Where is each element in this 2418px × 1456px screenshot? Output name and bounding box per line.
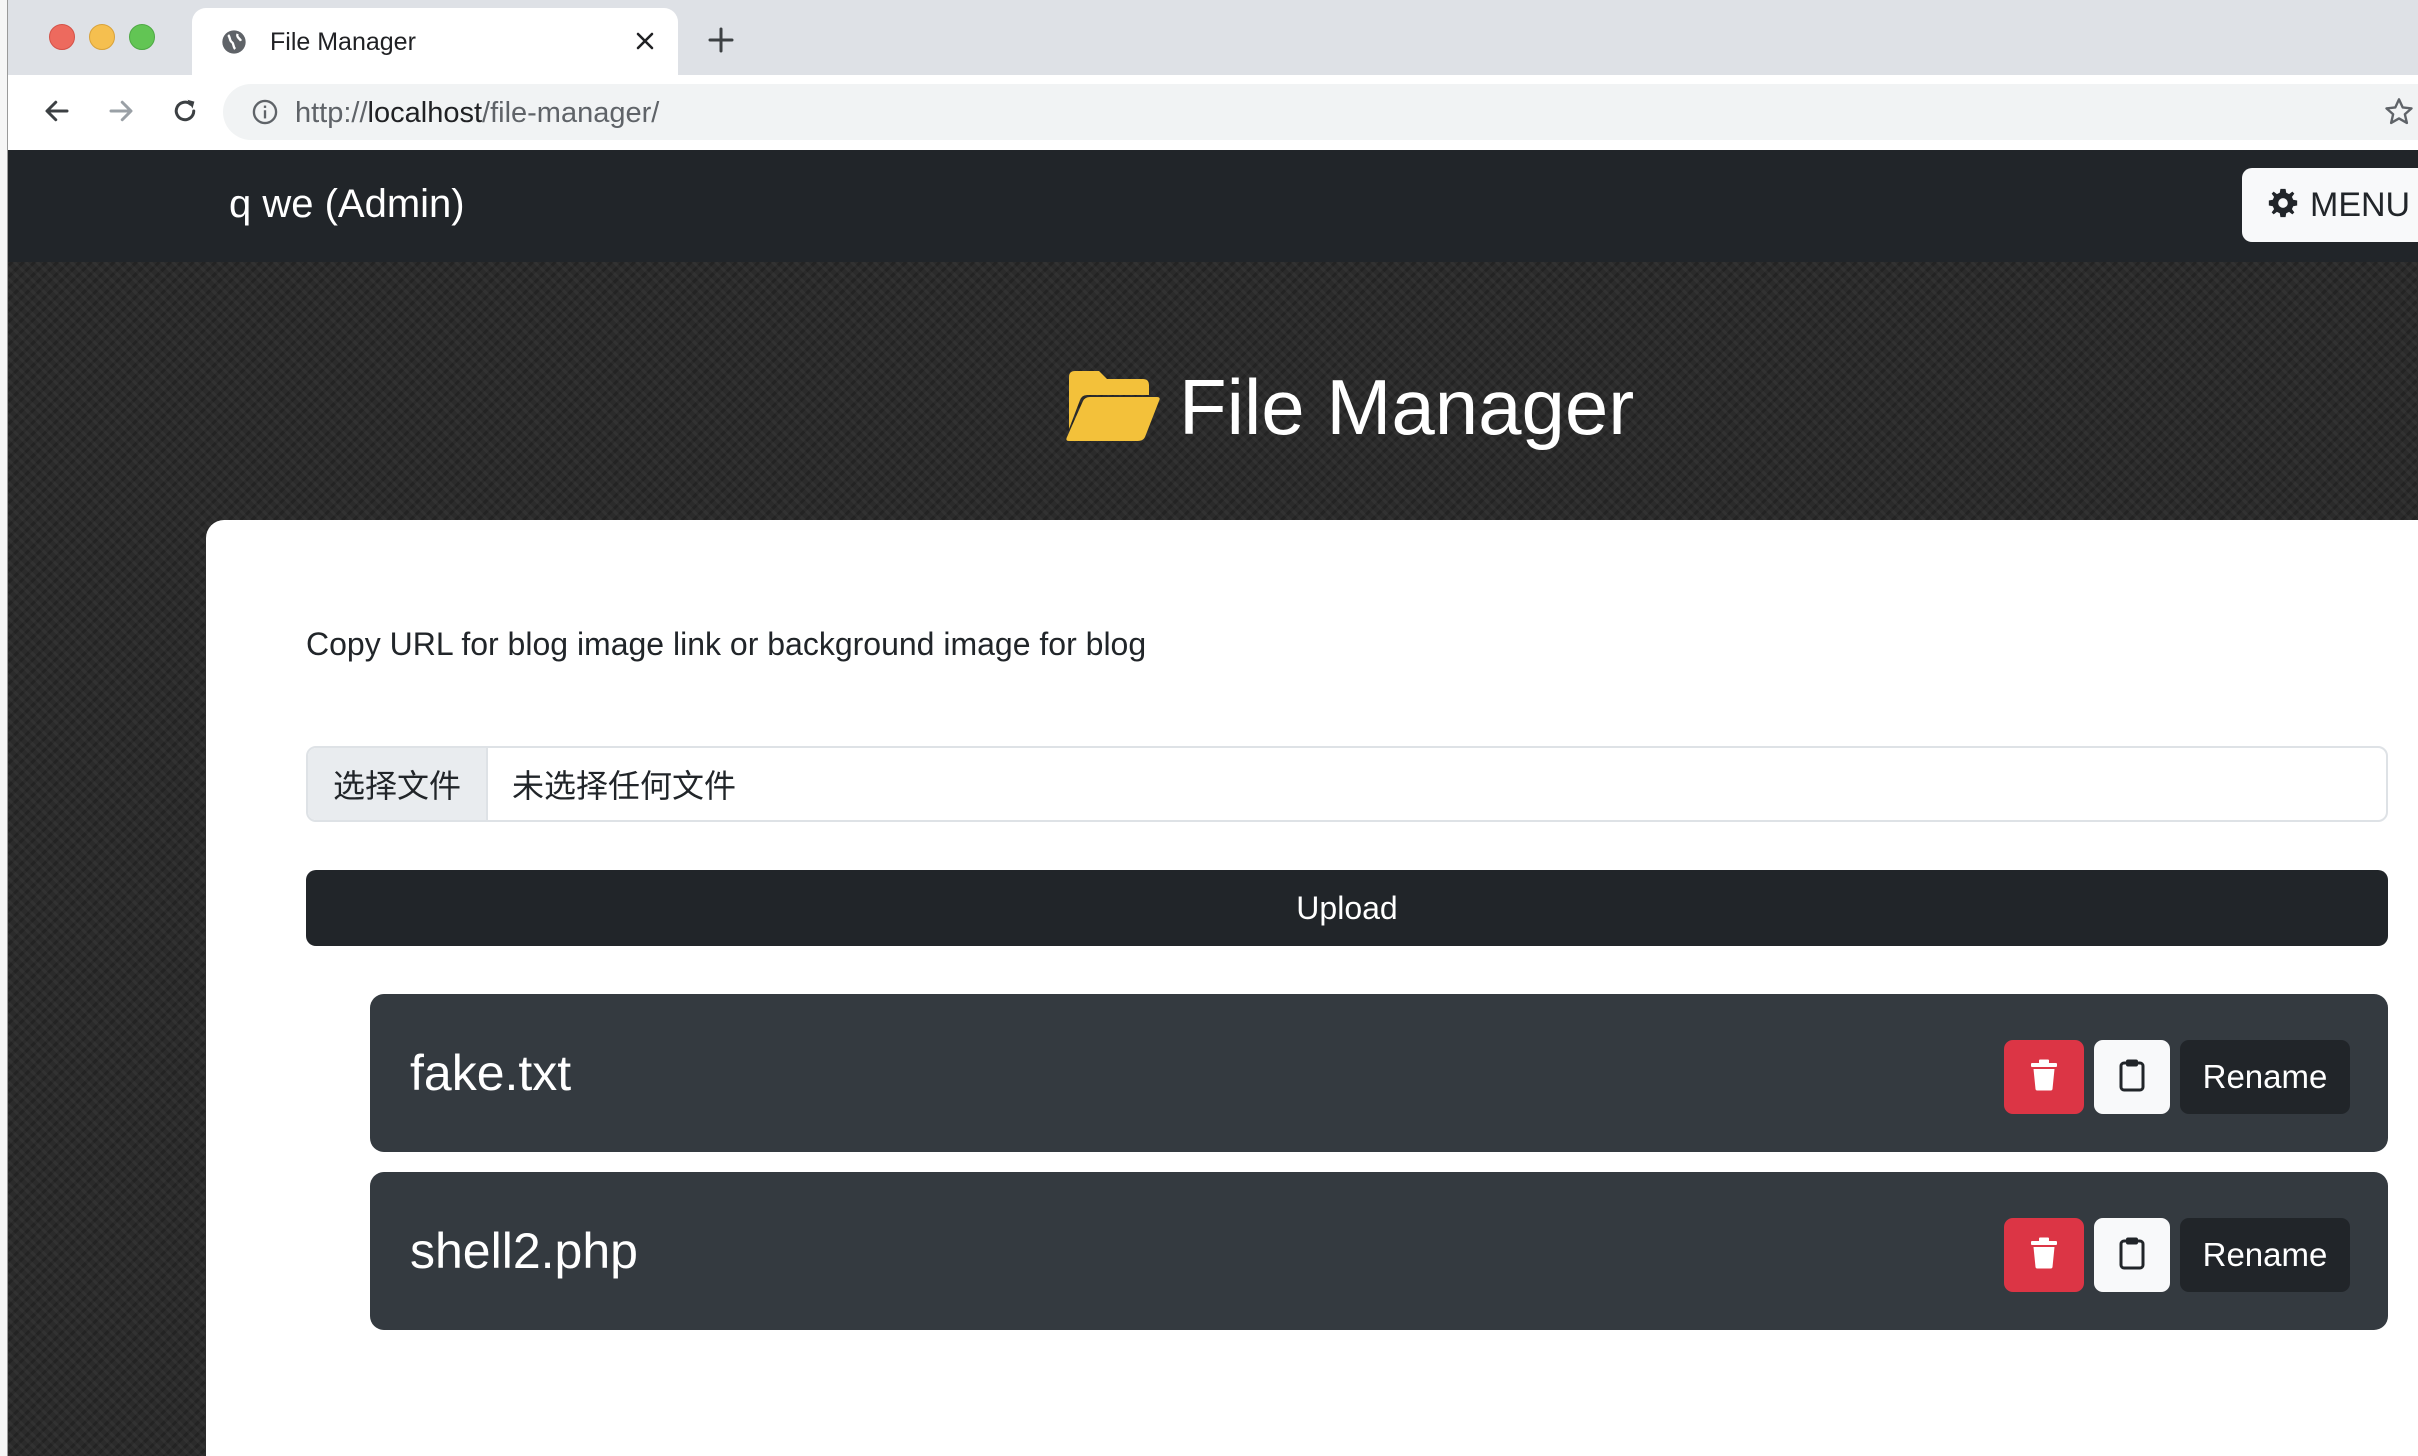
file-name: fake.txt bbox=[410, 1045, 572, 1101]
forward-button[interactable] bbox=[97, 89, 145, 137]
close-icon[interactable] bbox=[626, 22, 664, 60]
window-close-button[interactable] bbox=[49, 24, 75, 50]
site-navbar: q we (Admin) MENU bbox=[7, 150, 2418, 262]
window-zoom-button[interactable] bbox=[129, 24, 155, 50]
url-text[interactable]: http://localhost/file-manager/ bbox=[295, 97, 659, 130]
url-host: localhost bbox=[367, 97, 483, 129]
window-minimize-button[interactable] bbox=[89, 24, 115, 50]
trash-icon bbox=[2030, 1237, 2058, 1274]
back-button[interactable] bbox=[33, 89, 81, 137]
copy-url-button[interactable] bbox=[2094, 1040, 2170, 1114]
clipboard-icon bbox=[2119, 1236, 2145, 1275]
file-row: fake.txt Rename bbox=[370, 994, 2388, 1152]
menu-button[interactable]: MENU bbox=[2242, 168, 2418, 242]
star-icon[interactable] bbox=[2383, 96, 2415, 128]
plus-icon[interactable] bbox=[699, 18, 743, 62]
arrow-right-icon bbox=[106, 96, 136, 131]
copy-url-button[interactable] bbox=[2094, 1218, 2170, 1292]
file-row: shell2.php Rename bbox=[370, 1172, 2388, 1330]
file-manager-card: Copy URL for blog image link or backgrou… bbox=[206, 520, 2418, 1456]
file-name: shell2.php bbox=[410, 1223, 638, 1279]
url-path: /file-manager/ bbox=[482, 97, 660, 129]
page-header: File Manager bbox=[1065, 362, 1634, 453]
info-icon[interactable] bbox=[251, 98, 279, 126]
hint-text: Copy URL for blog image link or backgrou… bbox=[306, 626, 1147, 662]
folder-open-icon bbox=[1065, 367, 1161, 448]
left-window-edge bbox=[0, 0, 8, 1456]
page-viewport: q we (Admin) MENU File Manager Copy URL … bbox=[7, 150, 2418, 1456]
file-input-status: 未选择任何文件 bbox=[512, 768, 737, 804]
rename-button[interactable]: Rename bbox=[2180, 1040, 2350, 1114]
reload-icon bbox=[170, 96, 200, 131]
trash-icon bbox=[2030, 1059, 2058, 1096]
arrow-left-icon bbox=[42, 96, 72, 131]
address-bar[interactable]: http://localhost/file-manager/ bbox=[223, 84, 2418, 140]
delete-button[interactable] bbox=[2004, 1218, 2084, 1292]
globe-icon bbox=[220, 28, 248, 56]
browser-tab[interactable]: File Manager bbox=[192, 8, 678, 75]
menu-label: MENU bbox=[2310, 185, 2411, 224]
url-scheme: http:// bbox=[295, 97, 368, 129]
reload-button[interactable] bbox=[161, 89, 209, 137]
clipboard-icon bbox=[2119, 1058, 2145, 1097]
file-input[interactable]: 选择文件 未选择任何文件 bbox=[306, 746, 2388, 822]
choose-file-button[interactable]: 选择文件 bbox=[308, 748, 488, 820]
browser-toolbar: http://localhost/file-manager/ bbox=[7, 75, 2418, 151]
upload-button[interactable]: Upload bbox=[306, 870, 2388, 946]
browser-window: File Manager http://localhost/file-manag… bbox=[7, 0, 2418, 1456]
delete-button[interactable] bbox=[2004, 1040, 2084, 1114]
tab-title: File Manager bbox=[270, 28, 416, 56]
page-title: File Manager bbox=[1179, 363, 1635, 451]
tab-strip: File Manager bbox=[7, 0, 2418, 75]
navbar-brand[interactable]: q we (Admin) bbox=[229, 182, 465, 227]
rename-button[interactable]: Rename bbox=[2180, 1218, 2350, 1292]
gear-icon bbox=[2266, 186, 2300, 225]
